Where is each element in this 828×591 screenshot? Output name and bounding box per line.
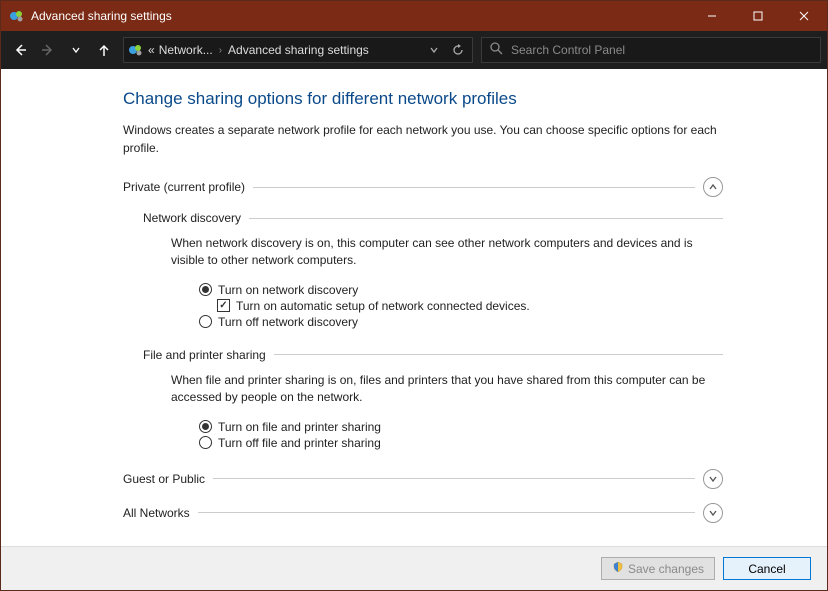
control-panel-icon: [9, 8, 25, 24]
expand-icon[interactable]: [703, 503, 723, 523]
page-title: Change sharing options for different net…: [123, 89, 723, 109]
checkbox-auto-setup[interactable]: Turn on automatic setup of network conne…: [217, 298, 723, 314]
breadcrumb-item[interactable]: Network...: [159, 43, 213, 57]
radio-icon: [199, 283, 212, 296]
section-text: When network discovery is on, this compu…: [171, 235, 723, 270]
breadcrumb-prefix: «: [148, 43, 155, 57]
profile-label: Private (current profile): [123, 180, 245, 194]
radio-icon: [199, 436, 212, 449]
search-box[interactable]: Search Control Panel: [481, 37, 821, 63]
breadcrumb-item[interactable]: Advanced sharing settings: [228, 43, 369, 57]
search-icon: [490, 42, 503, 58]
radio-fileshare-on[interactable]: Turn on file and printer sharing: [199, 419, 723, 435]
profile-header-guest[interactable]: Guest or Public: [123, 469, 723, 489]
address-bar[interactable]: « Network... › Advanced sharing settings: [123, 37, 473, 63]
close-button[interactable]: [781, 1, 827, 31]
search-placeholder: Search Control Panel: [511, 43, 625, 57]
titlebar: Advanced sharing settings: [1, 1, 827, 31]
address-dropdown-button[interactable]: [424, 45, 444, 55]
window: Advanced sharing settings « Network... ›…: [0, 0, 828, 591]
checkbox-icon: [217, 299, 230, 312]
section-header-discovery: Network discovery: [143, 211, 723, 225]
back-button[interactable]: [7, 36, 33, 64]
profile-label: Guest or Public: [123, 472, 205, 486]
radio-discovery-on[interactable]: Turn on network discovery: [199, 282, 723, 298]
profile-header-private[interactable]: Private (current profile): [123, 177, 723, 197]
radio-icon: [199, 420, 212, 433]
shield-icon: [612, 561, 624, 576]
control-panel-icon: [128, 42, 144, 58]
navigation-bar: « Network... › Advanced sharing settings…: [1, 31, 827, 69]
minimize-button[interactable]: [689, 1, 735, 31]
refresh-button[interactable]: [448, 44, 468, 56]
maximize-button[interactable]: [735, 1, 781, 31]
profile-header-all-networks[interactable]: All Networks: [123, 503, 723, 523]
radio-fileshare-off[interactable]: Turn off file and printer sharing: [199, 435, 723, 451]
cancel-button[interactable]: Cancel: [723, 557, 811, 580]
save-changes-button[interactable]: Save changes: [601, 557, 715, 580]
section-text: When file and printer sharing is on, fil…: [171, 372, 723, 407]
radio-icon: [199, 315, 212, 328]
up-button[interactable]: [91, 36, 117, 64]
forward-button[interactable]: [35, 36, 61, 64]
radio-discovery-off[interactable]: Turn off network discovery: [199, 314, 723, 330]
collapse-icon[interactable]: [703, 177, 723, 197]
chevron-right-icon: ›: [217, 45, 224, 56]
window-title: Advanced sharing settings: [31, 9, 689, 23]
profile-label: All Networks: [123, 506, 190, 520]
page-description: Windows creates a separate network profi…: [123, 121, 723, 157]
content-area: Change sharing options for different net…: [1, 69, 827, 546]
expand-icon[interactable]: [703, 469, 723, 489]
footer: Save changes Cancel: [1, 546, 827, 590]
section-header-fileshare: File and printer sharing: [143, 348, 723, 362]
recent-locations-button[interactable]: [63, 36, 89, 64]
